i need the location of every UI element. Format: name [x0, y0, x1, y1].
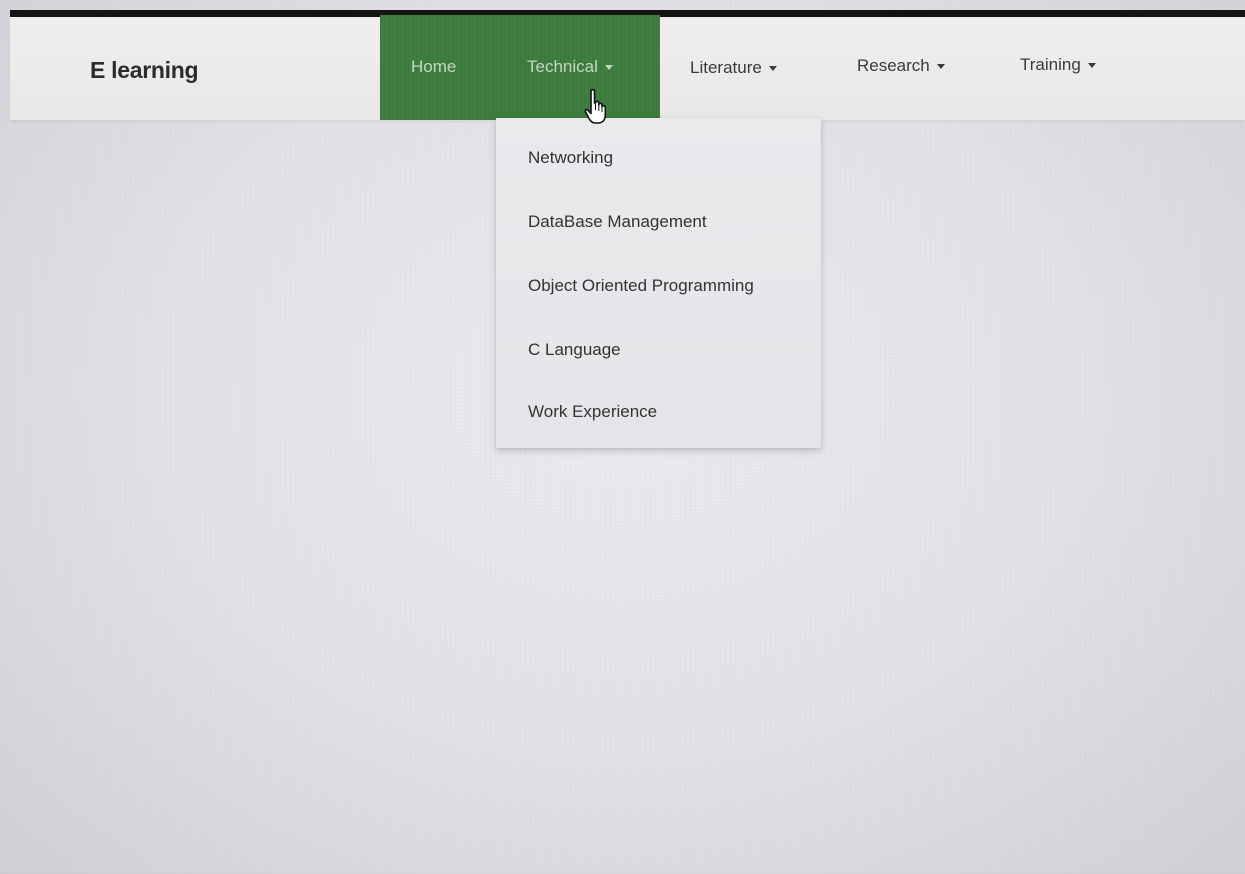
menu-item-c-language[interactable]: C Language — [528, 340, 621, 360]
caret-down-icon — [1087, 63, 1096, 69]
nav-technical-label: Technical — [527, 57, 598, 76]
nav-technical[interactable]: Technical — [527, 57, 613, 77]
nav-research[interactable]: Research — [857, 56, 945, 76]
hand-pointer-icon — [584, 88, 607, 124]
caret-down-icon — [768, 66, 777, 72]
screen: E learning Home Technical Literature Res… — [0, 0, 1245, 874]
menu-item-object-oriented-programming[interactable]: Object Oriented Programming — [528, 276, 754, 296]
caret-down-icon — [604, 65, 613, 71]
menu-item-work-experience[interactable]: Work Experience — [528, 402, 657, 422]
nav-research-label: Research — [857, 56, 930, 75]
technical-dropdown-menu: Networking DataBase Management Object Or… — [496, 118, 821, 448]
nav-home-label: Home — [411, 57, 457, 76]
nav-training-label: Training — [1020, 55, 1081, 74]
caret-down-icon — [936, 64, 945, 70]
navbar: E learning Home Technical Literature Res… — [10, 15, 1245, 120]
nav-literature[interactable]: Literature — [690, 58, 777, 78]
menu-item-networking[interactable]: Networking — [528, 148, 613, 168]
nav-home[interactable]: Home — [411, 57, 456, 77]
nav-training[interactable]: Training — [1020, 55, 1096, 75]
menu-item-database-management[interactable]: DataBase Management — [528, 212, 707, 232]
brand-title[interactable]: E learning — [90, 57, 199, 84]
nav-literature-label: Literature — [690, 58, 762, 77]
